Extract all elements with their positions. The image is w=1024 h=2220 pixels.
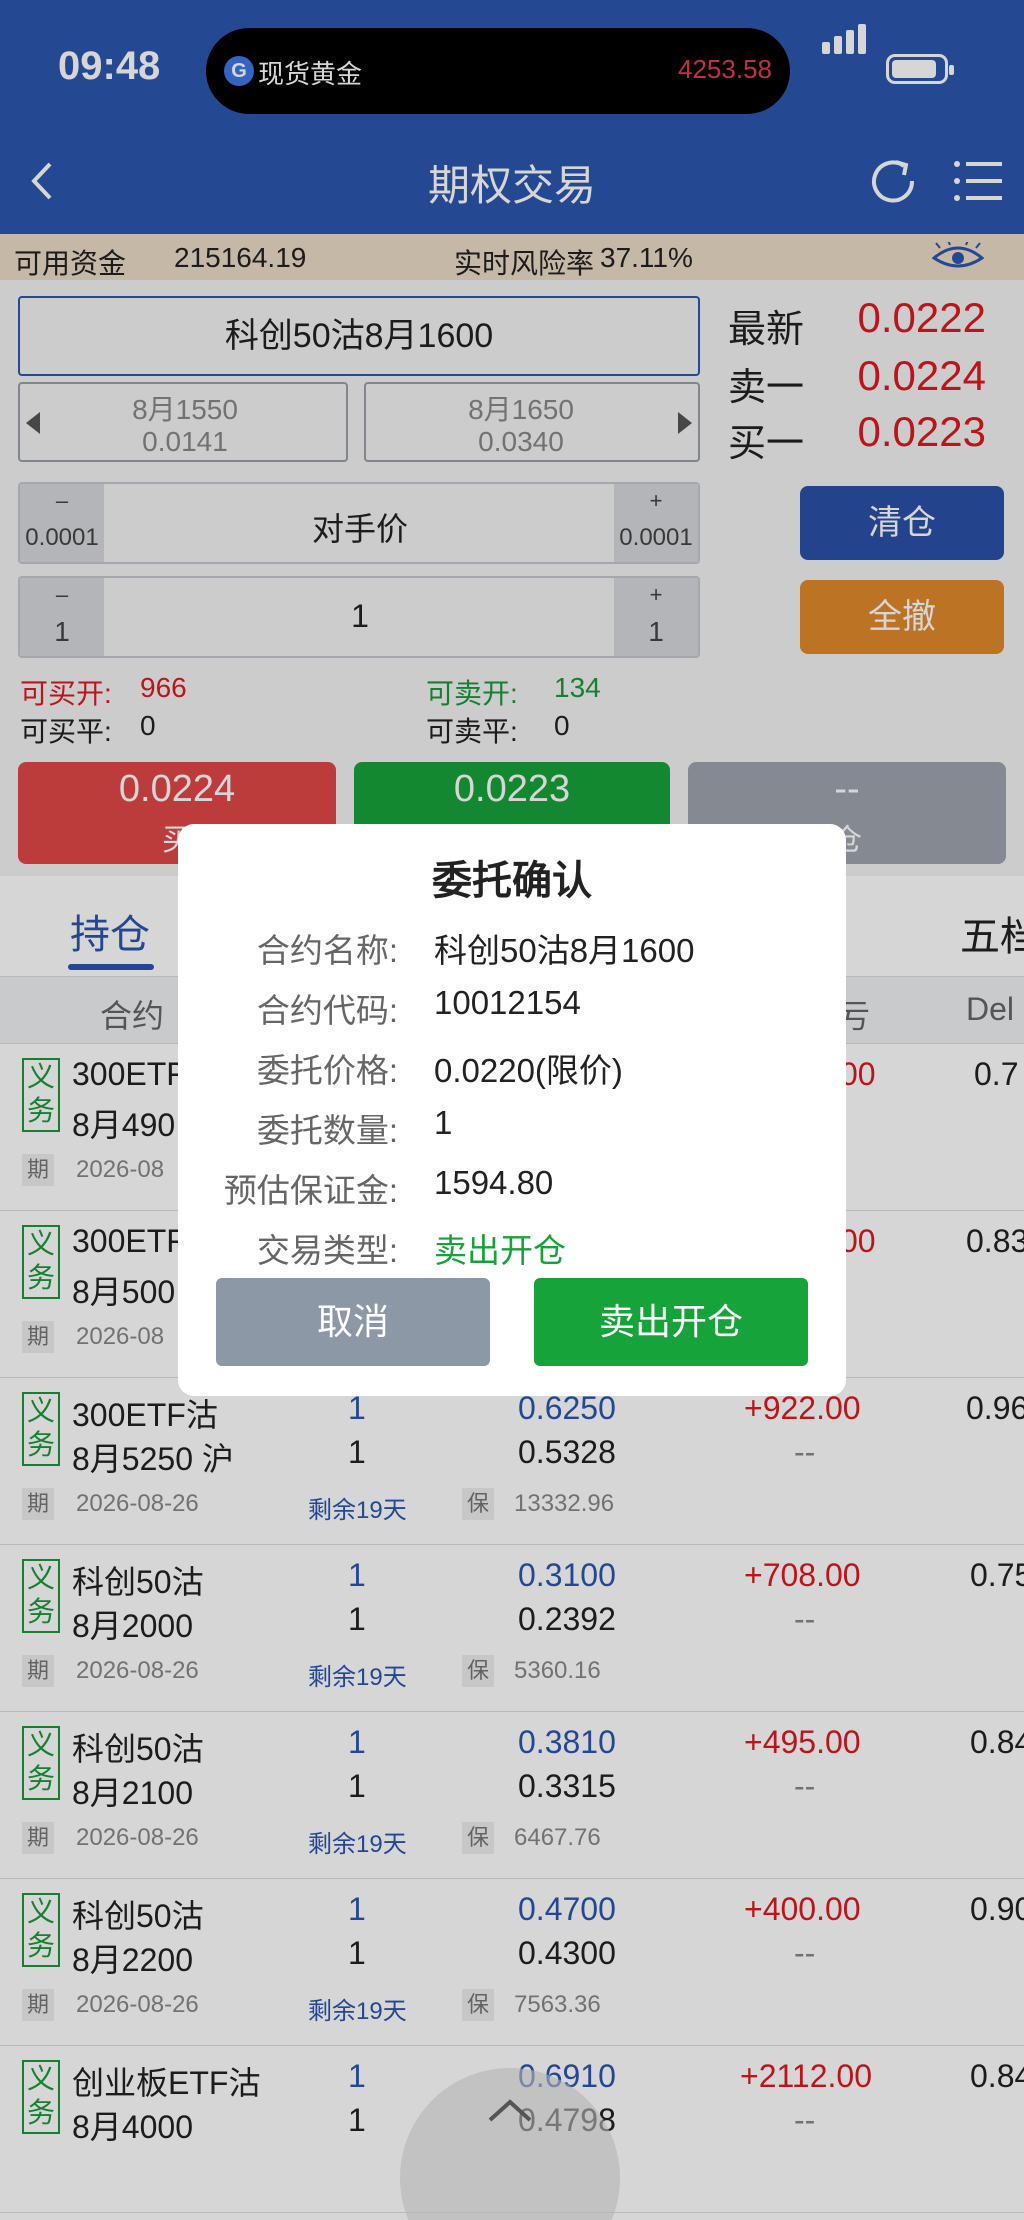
app-root: 09:48 G 现货黄金 4253.58 期权交易 可用资金 215164.19…	[0, 0, 1024, 2220]
dialog-value-contract-name: 科创50沽8月1600	[434, 932, 695, 969]
dialog-value-order-price: 0.0220(限价)	[434, 1052, 623, 1089]
dialog-label-trade-type: 交易类型:	[256, 1232, 398, 1269]
order-confirm-dialog: 委托确认 合约名称: 科创50沽8月1600 合约代码: 10012154 委托…	[178, 824, 846, 1396]
dialog-label-order-price: 委托价格:	[256, 1052, 398, 1089]
dialog-label-order-qty: 委托数量:	[256, 1112, 398, 1149]
dialog-cancel-button[interactable]: 取消	[216, 1278, 490, 1366]
dialog-confirm-button[interactable]: 卖出开仓	[534, 1278, 808, 1366]
dialog-value-trade-type: 卖出开仓	[434, 1232, 566, 1269]
dialog-label-margin: 预估保证金:	[223, 1172, 398, 1209]
chevron-up-icon	[488, 2099, 532, 2122]
dialog-value-margin: 1594.80	[434, 1164, 554, 1201]
dialog-value-contract-code: 10012154	[434, 984, 581, 1021]
dialog-title: 委托确认	[432, 859, 592, 903]
dialog-label-contract-name: 合约名称:	[256, 932, 398, 969]
dialog-label-contract-code: 合约代码:	[256, 992, 398, 1029]
dialog-value-order-qty: 1	[434, 1104, 453, 1141]
